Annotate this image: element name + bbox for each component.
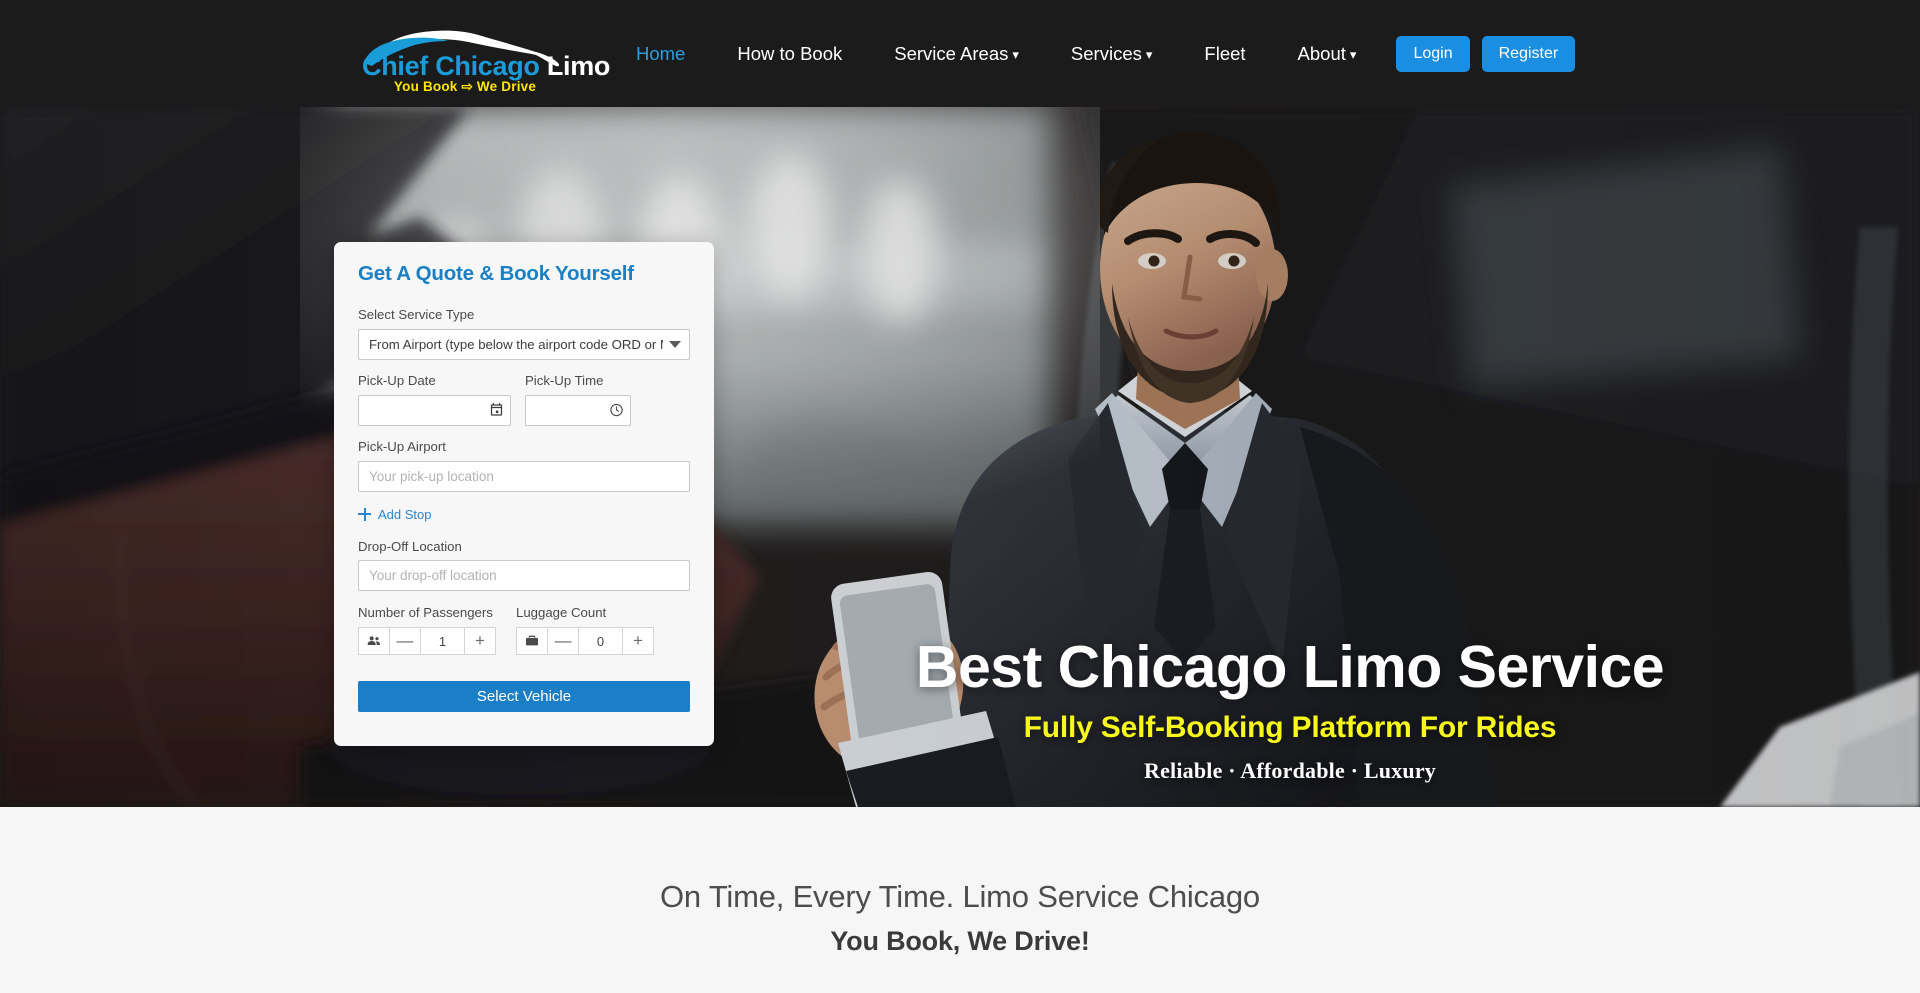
site-header: Chief Chicago Limo You Book ⇨ We Drive H… <box>0 0 1920 107</box>
luggage-decrement-button[interactable]: — <box>548 627 579 656</box>
booking-quote-card: Get A Quote & Book Yourself Select Servi… <box>334 242 714 747</box>
pickup-date-field: Pick-Up Date <box>358 373 511 426</box>
logo-word-chief: Chief <box>362 50 436 81</box>
logo-word-chicago: Chicago <box>435 50 547 81</box>
booking-card-title: Get A Quote & Book Yourself <box>358 262 634 285</box>
logo-tagline: You Book ⇨ We Drive <box>393 78 537 94</box>
main-navigation: Home How to Book Service Areas ▾ Service… <box>610 0 1576 107</box>
nav-item-service-areas-label: Service Areas <box>894 43 1009 64</box>
luggage-label: Luggage Count <box>516 605 607 621</box>
site-logo[interactable]: Chief Chicago Limo You Book ⇨ We Drive <box>360 15 610 94</box>
plus-icon <box>358 507 371 521</box>
nav-item-service-areas[interactable]: Service Areas ▾ <box>868 0 1045 107</box>
nav-item-about[interactable]: About ▾ <box>1272 0 1383 107</box>
select-vehicle-button[interactable]: Select Vehicle <box>358 681 690 713</box>
dropoff-location-input[interactable] <box>358 560 690 592</box>
hero-subtitle: Fully Self-Booking Platform For Rides <box>1023 710 1557 744</box>
passengers-label: Number of Passengers <box>358 605 493 621</box>
chevron-down-icon: ▾ <box>1349 47 1357 62</box>
luggage-stepper: — 0 + <box>516 627 654 656</box>
date-time-row: Pick-Up Date Pick-Up Time <box>358 373 690 426</box>
add-stop-button[interactable]: Add Stop <box>358 507 432 522</box>
nav-item-fleet-label: Fleet <box>1204 43 1246 64</box>
intro-section: On Time, Every Time. Limo Service Chicag… <box>0 807 1920 993</box>
logo-word-limo: Limo <box>546 50 611 81</box>
pickup-time-field: Pick-Up Time <box>525 373 631 426</box>
passengers-decrement-button[interactable]: — <box>390 627 421 656</box>
service-type-field: Select Service Type From Airport (type b… <box>358 307 690 360</box>
people-icon <box>358 627 390 656</box>
pickup-airport-field: Pick-Up Airport <box>358 439 690 492</box>
pickup-airport-input[interactable] <box>358 460 690 492</box>
pickup-time-label: Pick-Up Time <box>525 372 604 388</box>
briefcase-icon <box>516 627 548 656</box>
passengers-increment-button[interactable]: + <box>465 627 496 656</box>
pickup-date-input[interactable] <box>358 394 511 426</box>
intro-heading: On Time, Every Time. Limo Service Chicag… <box>660 879 1260 914</box>
dropoff-location-label: Drop-Off Location <box>358 538 462 554</box>
nav-item-home-label: Home <box>636 43 686 64</box>
luggage-value: 0 <box>579 627 623 656</box>
chevron-down-icon <box>669 340 681 348</box>
intro-subheading: You Book, We Drive! <box>830 926 1090 956</box>
register-button[interactable]: Register <box>1481 35 1576 72</box>
chevron-down-icon: ▾ <box>1012 47 1019 62</box>
pickup-date-label: Pick-Up Date <box>358 372 436 388</box>
passengers-stepper: — 1 + <box>358 627 496 656</box>
nav-item-services-label: Services <box>1070 43 1142 64</box>
add-stop-label: Add Stop <box>378 506 432 522</box>
login-button[interactable]: Login <box>1396 35 1470 72</box>
counters-row: Number of Passengers — 1 + Luggage Count… <box>358 605 690 656</box>
nav-item-about-label: About <box>1297 43 1346 64</box>
dropoff-location-field: Drop-Off Location <box>358 539 690 592</box>
hero-title: Best Chicago Limo Service <box>915 634 1665 700</box>
nav-item-how-to-book-label: How to Book <box>737 43 843 64</box>
hero-section: Best Chicago Limo Service Fully Self-Boo… <box>0 107 1920 807</box>
pickup-time-input[interactable] <box>525 394 631 426</box>
nav-item-fleet[interactable]: Fleet <box>1178 0 1271 107</box>
luggage-field: Luggage Count — 0 + <box>516 605 654 656</box>
hero-copy: Best Chicago Limo Service Fully Self-Boo… <box>870 634 1710 784</box>
nav-item-home[interactable]: Home <box>610 0 711 107</box>
pickup-airport-label: Pick-Up Airport <box>358 438 446 454</box>
passengers-value: 1 <box>421 627 465 656</box>
service-type-select[interactable]: From Airport (type below the airport cod… <box>358 328 690 360</box>
passengers-field: Number of Passengers — 1 + <box>358 605 496 656</box>
hero-tagline: Reliable · Affordable · Luxury <box>1143 757 1436 783</box>
service-type-value: From Airport (type below the airport cod… <box>369 336 663 352</box>
chevron-down-icon: ▾ <box>1145 47 1153 62</box>
nav-item-how-to-book[interactable]: How to Book <box>711 0 868 107</box>
nav-item-services[interactable]: Services ▾ <box>1045 0 1178 107</box>
logo-wordmark: Chief Chicago Limo <box>362 50 610 81</box>
service-type-label: Select Service Type <box>358 307 475 322</box>
nav-inner: Chief Chicago Limo You Book ⇨ We Drive H… <box>0 0 1920 107</box>
luggage-increment-button[interactable]: + <box>623 627 654 656</box>
